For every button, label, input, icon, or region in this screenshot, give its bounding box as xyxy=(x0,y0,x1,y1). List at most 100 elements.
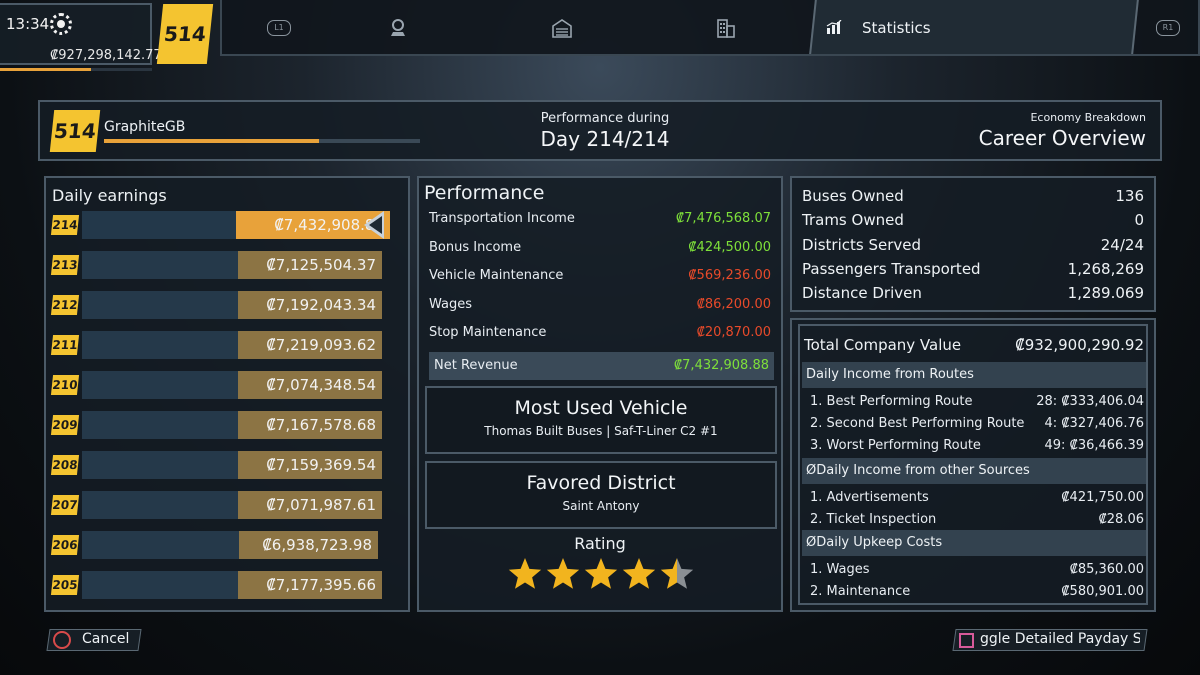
company-value-panel: Total Company Value ₡932,900,290.92 Dail… xyxy=(790,318,1156,612)
map-pin-icon[interactable] xyxy=(390,18,406,38)
toggle-detailed-payday-label: ggle Detailed Payday Sta xyxy=(980,631,1140,647)
performance-row-label: Bonus Income xyxy=(429,239,522,255)
net-revenue-row: Net Revenue ₡7,432,908.88 xyxy=(429,352,774,380)
city-buildings-icon[interactable] xyxy=(716,18,736,38)
day-badge: 214 xyxy=(50,215,80,235)
tab-statistics[interactable] xyxy=(809,0,1139,54)
earnings-row[interactable]: 208 ₡7,159,369.54 xyxy=(50,451,408,479)
section-header: ØDaily Income from other Sources xyxy=(802,458,1146,484)
chart-icon xyxy=(826,20,842,34)
hud-xp-fill xyxy=(0,68,92,71)
section-item-value: 28: ₡333,406.04 xyxy=(1036,394,1144,409)
performance-row: Wages ₡86,200.00 xyxy=(429,294,771,316)
day-badge: 211 xyxy=(50,335,80,355)
section-title: Daily Income from Routes xyxy=(806,367,974,382)
header-xp-fill xyxy=(104,139,319,143)
stat-value: 24/24 xyxy=(1100,235,1144,254)
earnings-value: ₡7,177,395.66 xyxy=(266,576,376,594)
stat-label: Trams Owned xyxy=(802,211,904,230)
tab-statistics-label: Statistics xyxy=(862,19,931,37)
earnings-row[interactable]: 211 ₡7,219,093.62 xyxy=(50,331,408,359)
performance-panel: Performance Transportation Income ₡7,476,… xyxy=(417,176,783,612)
performance-during-label: Performance during xyxy=(540,111,670,126)
section-title: ØDaily Upkeep Costs xyxy=(806,535,943,550)
earnings-bar-track: ₡7,219,093.62 xyxy=(82,331,382,359)
section-item-value: ₡580,901.00 xyxy=(1061,584,1144,599)
r1-button-icon[interactable]: R1 xyxy=(1156,20,1180,36)
l1-button-icon[interactable]: L1 xyxy=(267,20,291,36)
performance-day: Performance during Day 214/214 xyxy=(500,111,710,151)
section-item-value: ₡85,360.00 xyxy=(1069,562,1144,577)
earnings-bar-track: ₡7,074,348.54 xyxy=(82,371,382,399)
earnings-value: ₡7,125,504.37 xyxy=(266,256,376,274)
depot-icon[interactable] xyxy=(552,18,572,38)
stat-value: 1,268,269 xyxy=(1067,259,1144,278)
section-item-label: 2. Second Best Performing Route xyxy=(810,416,1025,431)
hud: 13:34 ₡927,298,142.77 514 xyxy=(0,0,220,71)
earnings-bar-track: ₡7,192,043.34 xyxy=(82,291,382,319)
star-full-icon xyxy=(622,558,656,589)
performance-row-value: ₡7,476,568.07 xyxy=(675,211,771,226)
section-item-label: 2. Ticket Inspection xyxy=(810,512,937,527)
rating-title: Rating xyxy=(574,534,626,553)
top-nav: L1 Statistics R1 xyxy=(220,0,1200,56)
circle-button-icon[interactable] xyxy=(53,631,71,649)
stat-value: 1,289.069 xyxy=(1067,284,1144,303)
earnings-value: ₡6,938,723.98 xyxy=(262,536,372,554)
performance-row-label: Vehicle Maintenance xyxy=(429,268,564,283)
hud-money-box: 13:34 ₡927,298,142.77 xyxy=(0,3,162,71)
favored-district-value: Saint Antony xyxy=(562,499,640,513)
star-full-icon xyxy=(584,558,618,589)
section-item-label: 1. Best Performing Route xyxy=(810,394,973,409)
star-full-icon xyxy=(546,558,580,589)
career-header: 514 GraphiteGB Performance during Day 21… xyxy=(38,100,1162,161)
section-header: ØDaily Upkeep Costs xyxy=(802,530,1146,556)
performance-row-value: ₡86,200.00 xyxy=(696,296,771,312)
stat-label: Districts Served xyxy=(802,235,922,254)
earnings-row[interactable]: 214 ₡7,432,908.88 xyxy=(50,211,408,239)
square-button-icon[interactable] xyxy=(959,633,974,648)
hud-xp-bar xyxy=(0,68,152,71)
section-item-label: 1. Wages xyxy=(810,562,870,577)
settings-gear-icon[interactable] xyxy=(50,13,72,35)
day-badge: 205 xyxy=(50,575,80,595)
most-used-vehicle-title: Most Used Vehicle xyxy=(514,397,688,419)
earnings-bar-track: ₡7,177,395.66 xyxy=(82,571,382,599)
page-title-block: Economy Breakdown Career Overview xyxy=(979,111,1146,150)
earnings-row[interactable]: 205 ₡7,177,395.66 xyxy=(50,571,408,599)
section-item-label: 2. Maintenance xyxy=(810,584,911,599)
earnings-row[interactable]: 207 ₡7,071,987.61 xyxy=(50,491,408,519)
day-badge: 213 xyxy=(50,255,80,275)
section-item-label: 3. Worst Performing Route xyxy=(810,438,981,453)
performance-row-label: Transportation Income xyxy=(429,211,575,226)
section-item-value: 4: ₡327,406.76 xyxy=(1044,416,1145,431)
total-company-value: ₡932,900,290.92 xyxy=(1015,336,1144,354)
daily-earnings-panel: Daily earnings 214 ₡7,432,908.88 213 ₡7,125… xyxy=(44,176,410,612)
company-value-box: Total Company Value ₡932,900,290.92 Dail… xyxy=(798,324,1148,605)
earnings-row[interactable]: 212 ₡7,192,043.34 xyxy=(50,291,408,319)
earnings-row[interactable]: 206 ₡6,938,723.98 xyxy=(50,531,408,559)
day-counter: Day 214/214 xyxy=(540,127,670,151)
section-item-value: ₡421,750.00 xyxy=(1061,490,1144,505)
stat-value: 0 xyxy=(1134,211,1144,230)
earnings-value: ₡7,192,043.34 xyxy=(266,296,376,314)
performance-title: Performance xyxy=(424,182,545,204)
performance-row: Transportation Income ₡7,476,568.07 xyxy=(429,208,771,230)
earnings-bar-track: ₡7,167,578.68 xyxy=(82,411,382,439)
performance-row-label: Stop Maintenance xyxy=(429,325,547,340)
player-name: GraphiteGB xyxy=(104,119,186,135)
header-level-badge: 514 xyxy=(49,110,101,152)
total-company-value-label: Total Company Value xyxy=(804,336,962,354)
earnings-bar-track: ₡7,159,369.54 xyxy=(82,451,382,479)
earnings-row[interactable]: 210 ₡7,074,348.54 xyxy=(50,371,408,399)
performance-row-value: ₡20,870.00 xyxy=(696,325,771,340)
most-used-vehicle-value: Thomas Built Buses | Saf-T-Liner C2 #1 xyxy=(484,424,718,438)
star-full-icon xyxy=(508,558,542,589)
earnings-row[interactable]: 213 ₡7,125,504.37 xyxy=(50,251,408,279)
favored-district-card: Favored District Saint Antony xyxy=(425,461,777,529)
section-item-value: 49: ₡36,466.39 xyxy=(1044,438,1145,453)
earnings-row[interactable]: 209 ₡7,167,578.68 xyxy=(50,411,408,439)
star-half-icon xyxy=(660,558,694,589)
stat-value: 136 xyxy=(1115,187,1144,205)
cancel-button-label: Cancel xyxy=(82,631,130,647)
